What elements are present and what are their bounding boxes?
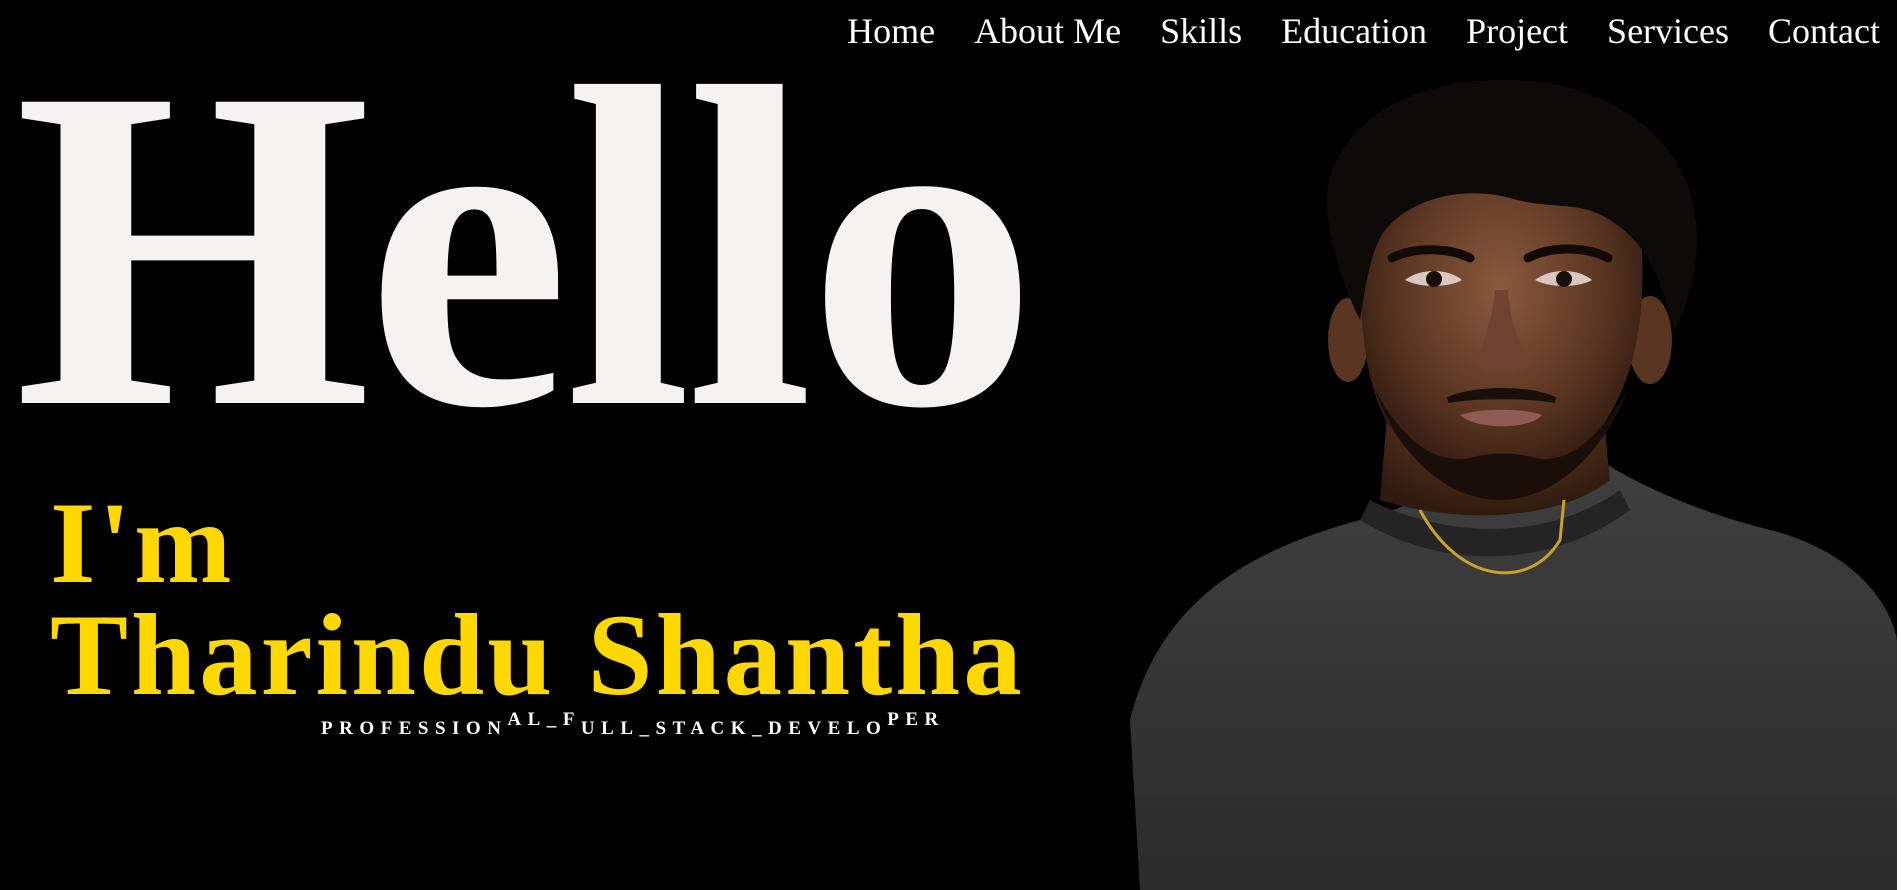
subtitle-part-1: PROFESSION [321, 718, 508, 739]
nav-education[interactable]: Education [1281, 10, 1427, 52]
nav-skills[interactable]: Skills [1160, 10, 1242, 52]
hello-heading: Hello [14, 0, 1038, 503]
page: Home About Me Skills Education Project S… [0, 0, 1901, 890]
name-heading: Tharindu Shantha [50, 591, 1025, 720]
profile-photo [1130, 80, 1897, 890]
nav-services[interactable]: Services [1607, 10, 1729, 52]
intro-line: I'm [50, 479, 235, 608]
subtitle-part-4: PER [887, 709, 945, 730]
nav-project[interactable]: Project [1466, 10, 1568, 52]
subtitle-part-3: ULL_STACK_DEVELO [580, 718, 888, 739]
nav-contact[interactable]: Contact [1768, 10, 1880, 52]
intro-block: I'm Tharindu Shantha [50, 479, 1025, 720]
subtitle-part-2: AL_F [507, 709, 581, 730]
hero-section: Home About Me Skills Education Project S… [0, 0, 1897, 890]
shirt-shape [1130, 460, 1897, 890]
job-subtitle: PROFESSIONAL_FULL_STACK_DEVELOPER [321, 709, 945, 740]
